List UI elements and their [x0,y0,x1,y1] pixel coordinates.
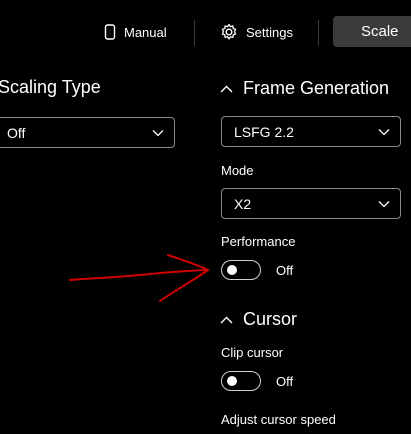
performance-label: Performance [221,234,296,249]
phone-icon [104,24,116,40]
manual-label: Manual [124,24,167,40]
performance-toggle-row: Off [221,260,293,280]
settings-label: Settings [246,24,293,40]
chevron-up-icon [220,85,233,93]
red-arrow-annotation [69,254,210,302]
frame-generation-version-dropdown[interactable]: LSFG 2.2 [221,116,401,147]
mode-label: Mode [221,163,254,178]
chevron-down-icon [378,128,390,136]
chevron-up-icon [220,316,233,324]
chevron-down-icon [378,200,390,208]
toggle-knob [227,376,237,386]
lossless-scaling-panel: Manual Settings Scale Scaling Type Off F… [0,0,411,434]
clip-cursor-label: Clip cursor [221,345,284,360]
scaling-type-value: Off [7,124,26,141]
chevron-down-icon [152,129,164,137]
scaling-type-dropdown[interactable]: Off [0,117,175,148]
clip-cursor-state: Off [276,373,294,389]
performance-toggle[interactable] [221,260,261,280]
gear-icon [220,23,238,41]
toolbar-divider [318,20,319,46]
frame-generation-version-value: LSFG 2.2 [234,123,294,140]
cursor-heading: Cursor [243,309,298,329]
clip-cursor-toggle-row: Off [221,371,293,391]
cursor-header[interactable]: Cursor [220,309,297,330]
manual-button[interactable]: Manual [104,24,167,40]
scale-button[interactable]: Scale [333,16,411,47]
frame-generation-header[interactable]: Frame Generation [220,78,389,99]
performance-state: Off [276,262,294,278]
toggle-knob [227,265,237,275]
scaling-type-heading: Scaling Type [0,77,101,97]
clip-cursor-toggle[interactable] [221,371,261,391]
scale-label: Scale [361,23,399,40]
adjust-cursor-speed-label: Adjust cursor speed [221,412,336,427]
toolbar-divider [194,20,195,46]
frame-generation-heading: Frame Generation [243,78,390,98]
mode-dropdown[interactable]: X2 [221,188,401,219]
settings-button[interactable]: Settings [220,23,293,41]
mode-value: X2 [234,195,252,212]
